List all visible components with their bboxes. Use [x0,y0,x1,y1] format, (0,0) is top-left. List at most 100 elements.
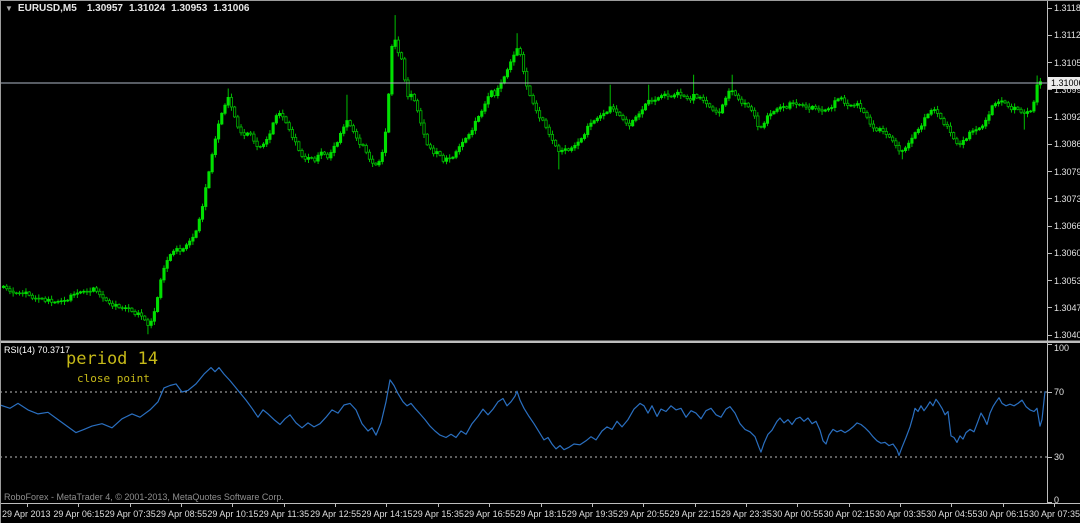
candle [303,155,307,160]
candle [480,110,484,117]
time-scale[interactable]: 29 Apr 2013 29 Apr 06:15 29 Apr 07:35 29 Ap… [0,504,1080,523]
candle [133,310,137,315]
candle [69,294,73,301]
candle [830,107,834,110]
candle [265,138,269,145]
candle [139,312,144,317]
price-tick-label: 1.30860 [1054,139,1080,150]
candle [316,154,320,162]
candle [371,158,375,164]
candle [95,287,99,292]
candle [640,109,644,115]
candle [631,120,635,127]
candle [554,139,558,147]
candle [801,104,805,106]
price-tick-label: 1.30925 [1054,112,1080,122]
candle [457,146,461,153]
candle [586,125,590,136]
candle [278,113,282,116]
candle [130,307,134,312]
time-label: 29 Apr 07:35 [104,509,156,519]
candle [676,91,680,96]
candle [881,128,885,132]
candle [939,113,943,119]
candle [34,297,38,300]
time-label: 29 Apr 11:35 [258,509,310,519]
time-tick [1054,504,1055,507]
candle [143,315,147,321]
candle [955,138,959,144]
candle [345,120,349,128]
time-tick [591,504,593,507]
candle [75,292,79,295]
candle [88,290,92,293]
candle [17,292,22,295]
candle [765,115,770,124]
time-tick [643,504,645,507]
candle [836,98,840,102]
candle [875,127,879,132]
candle [194,230,198,238]
candle [952,132,956,140]
candle [525,71,529,87]
candle [438,151,442,156]
time-label: 29 Apr 16:55 [464,509,516,519]
time-tick [129,504,131,507]
candle [210,154,214,173]
candle [855,103,859,106]
candle [817,107,821,111]
candle [1035,84,1039,103]
price-tick-label: 1.30990 [1054,84,1080,95]
price-tick-label: 1.31055 [1054,57,1080,68]
candle [958,143,962,145]
candle [27,291,31,296]
rsi-scale[interactable]: 100 70 30 0 [1048,343,1080,505]
candle [865,112,869,118]
candle [650,99,654,102]
candle [756,115,760,127]
time-tick [437,504,439,507]
candle [287,122,291,130]
candle [656,97,660,101]
candle [1025,111,1030,114]
chart-dropdown-icon[interactable]: ▼ [5,4,13,13]
candle [377,161,381,166]
candle [981,125,985,129]
candle [660,95,664,98]
candle [290,129,294,138]
price-tick-label: 1.30665 [1054,221,1080,231]
time-tick [694,504,696,507]
candle [791,102,795,105]
candle [281,113,285,118]
candle [172,250,176,255]
candle [778,106,782,110]
candle [470,130,474,135]
candle [383,131,388,153]
time-label: 29 Apr 14:15 [361,509,413,519]
candlestick-plot[interactable] [0,0,1047,340]
candle [509,61,513,71]
candle [531,95,535,104]
time-label: 29 Apr 2013 [2,509,51,519]
candle [672,94,676,98]
candle [200,206,205,220]
candle [550,133,554,141]
candle [1019,108,1023,113]
candle [977,127,981,131]
price-tick-label: 1.30730 [1054,193,1080,204]
candle [964,138,969,141]
candle [608,106,612,113]
chart-title: ▼ EURUSD,M5 1.30957 1.31024 1.30953 1.31006 [5,3,249,14]
candle [21,292,25,295]
candle [820,109,824,112]
rsi-scale-label: 70 [1054,387,1065,397]
candle [374,162,378,166]
candle [338,132,343,143]
candle [544,119,548,128]
candle [460,141,465,147]
candle [1016,106,1020,110]
candle [271,122,275,135]
candle [274,115,278,124]
candle [390,46,394,95]
time-tick [745,504,747,507]
